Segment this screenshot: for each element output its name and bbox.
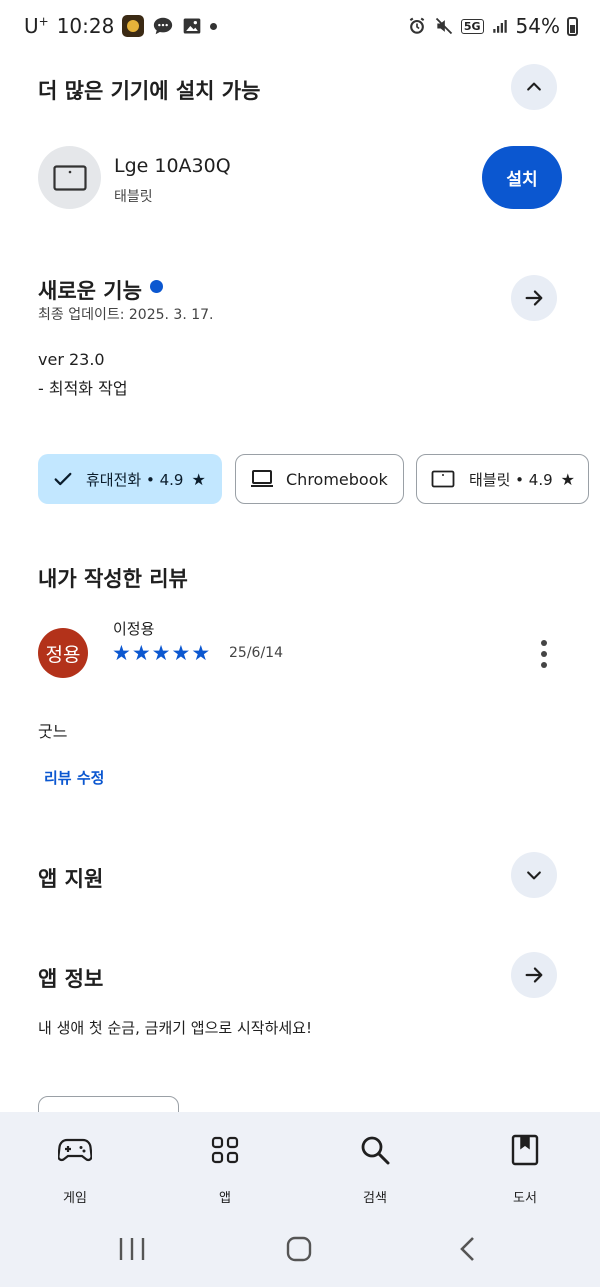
device-avatar — [38, 146, 101, 209]
signal-icon — [492, 20, 507, 33]
image-notification-icon — [184, 18, 201, 34]
system-navigation-bar — [0, 1228, 600, 1272]
device-name: Lge 10A30Q — [114, 155, 231, 177]
chip-tablet[interactable]: 태블릿 • 4.9 ★ — [416, 454, 589, 504]
whats-new-arrow-button[interactable] — [511, 275, 557, 321]
review-text: 굿느 — [38, 722, 68, 741]
arrow-right-icon — [525, 967, 543, 983]
nav-apps[interactable]: 앱 — [185, 1132, 265, 1206]
star-icon: ★ — [151, 641, 171, 665]
status-bar: U+ 10:28 5G 54% — [0, 0, 600, 54]
star-icon: ★ — [191, 469, 206, 489]
version-text: ver 23.0 — [38, 350, 105, 369]
battery-icon — [567, 16, 578, 36]
nav-books[interactable]: 도서 — [485, 1132, 565, 1206]
laptop-icon — [251, 470, 273, 487]
chip-phone-label: 휴대전화 • 4.9 — [86, 470, 184, 489]
install-section-title: 더 많은 기기에 설치 가능 — [38, 79, 261, 103]
app-description: 내 생애 첫 순금, 금캐기 앱으로 시작하세요! — [38, 1019, 312, 1037]
nav-books-label: 도서 — [513, 1191, 537, 1206]
collapse-button[interactable] — [511, 64, 557, 110]
star-icon: ★ — [191, 641, 211, 665]
chip-phone[interactable]: 휴대전화 • 4.9 ★ — [38, 454, 222, 504]
more-options-icon[interactable] — [532, 640, 556, 668]
release-note: - 최적화 작업 — [38, 379, 128, 398]
network-type-icon: 5G — [460, 18, 484, 34]
edit-review-link[interactable]: 리뷰 수정 — [44, 767, 104, 788]
status-bar-left: U+ 10:28 — [24, 14, 218, 38]
nav-games-label: 게임 — [63, 1191, 87, 1206]
avatar: 정용 — [38, 628, 88, 678]
tablet-icon — [431, 470, 455, 488]
star-icon: ★ — [171, 641, 191, 665]
mute-icon — [435, 17, 453, 35]
device-type: 태블릿 — [114, 189, 153, 205]
status-bar-right: 5G 54% — [407, 14, 578, 38]
app-support-title: 앱 지원 — [38, 867, 104, 891]
nav-apps-label: 앱 — [219, 1191, 231, 1206]
chevron-up-icon — [527, 82, 541, 91]
star-icon: ★ — [560, 469, 575, 489]
new-indicator-dot — [150, 280, 163, 293]
more-notifications-dot — [210, 22, 218, 30]
install-button[interactable]: 설치 — [482, 146, 562, 209]
alarm-icon — [409, 17, 425, 34]
app-info-title: 앱 정보 — [38, 967, 104, 991]
chip-chromebook-label: Chromebook — [286, 469, 388, 489]
my-review-title: 내가 작성한 리뷰 — [38, 567, 188, 591]
recent-apps-icon[interactable] — [118, 1236, 146, 1262]
last-updated: 최종 업데이트: 2025. 3. 17. — [38, 307, 214, 323]
arrow-right-icon — [525, 290, 543, 306]
review-date: 25/6/14 — [229, 645, 283, 661]
clock: 10:28 — [56, 14, 115, 38]
nav-search[interactable]: 검색 — [335, 1132, 415, 1206]
chip-tablet-label: 태블릿 • 4.9 — [469, 470, 553, 489]
nav-search-label: 검색 — [363, 1191, 387, 1206]
whats-new-title: 새로운 기능 — [38, 279, 142, 303]
app-info-arrow-button[interactable] — [511, 952, 557, 998]
book-icon — [511, 1134, 539, 1166]
chevron-down-icon — [527, 871, 541, 880]
star-icon: ★ — [112, 641, 131, 665]
app-notification-icon — [122, 15, 145, 37]
app-support-expand-button[interactable] — [511, 852, 557, 898]
chip-chromebook[interactable]: Chromebook — [235, 454, 404, 504]
reviewer-name: 이정용 — [113, 620, 155, 638]
star-icon: ★ — [131, 641, 151, 665]
star-rating: ★ ★ ★ ★ ★ — [112, 642, 210, 664]
check-icon — [54, 472, 72, 486]
tablet-icon — [52, 164, 87, 191]
apps-grid-icon — [211, 1136, 239, 1164]
gamepad-icon — [58, 1138, 92, 1162]
chat-bubble-icon — [154, 17, 173, 35]
search-icon — [361, 1136, 390, 1165]
back-icon[interactable] — [458, 1236, 478, 1262]
home-icon[interactable] — [286, 1236, 312, 1262]
battery-percent: 54% — [515, 14, 560, 38]
carrier-label: U+ — [24, 14, 49, 38]
nav-games[interactable]: 게임 — [35, 1132, 115, 1206]
